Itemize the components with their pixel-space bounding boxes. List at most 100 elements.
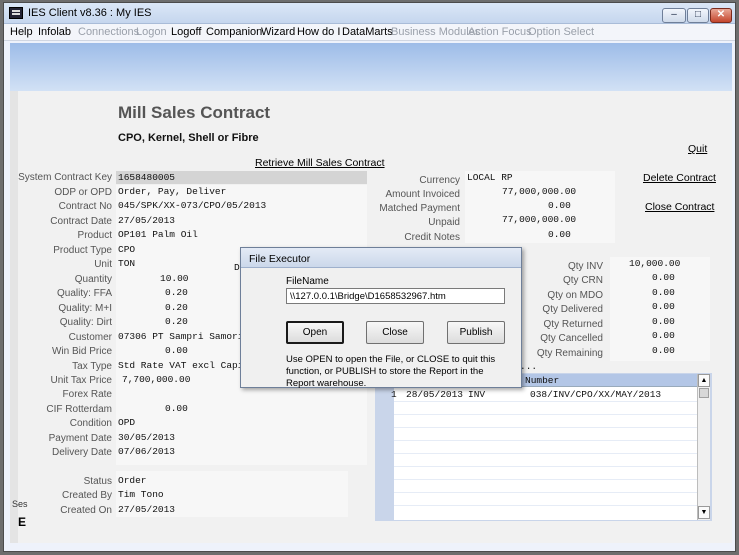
minimize-button[interactable]: – xyxy=(662,8,686,23)
menu-action-focus[interactable]: Action Focus xyxy=(468,26,532,38)
grid-rule xyxy=(394,414,697,415)
scroll-down-icon[interactable]: ▼ xyxy=(698,506,710,519)
label-delivery-date: Delivery Date xyxy=(51,447,112,458)
value-quality-mi[interactable]: 0.20 xyxy=(165,302,188,313)
grid-scrollbar[interactable]: ▲ ▼ xyxy=(697,374,710,520)
filename-input[interactable]: \\127.0.0.1\Bridge\D1658532967.htm xyxy=(286,288,505,304)
close-window-button[interactable]: ✕ xyxy=(710,8,732,23)
value-matched-payment: 0.00 xyxy=(548,200,571,211)
value-qty-inv: 10,000.00 xyxy=(629,258,681,269)
value-cif-rotterdam[interactable]: 0.00 xyxy=(165,403,188,414)
label-contract-no: Contract No xyxy=(58,201,112,212)
label-contract-date: Contract Date xyxy=(50,216,112,227)
menu-infolab[interactable]: Infolab xyxy=(38,26,71,38)
label-system-contract-key: System Contract Key xyxy=(18,172,112,183)
value-condition[interactable]: OPD xyxy=(118,417,135,428)
scroll-thumb[interactable] xyxy=(699,388,709,398)
menu-help[interactable]: Help xyxy=(10,26,33,38)
label-forex-rate: Forex Rate xyxy=(62,389,112,400)
scroll-up-icon[interactable]: ▲ xyxy=(698,374,710,387)
value-win-bid-price[interactable]: 0.00 xyxy=(165,345,188,356)
app-window: IES Client v8.36 : My IES – □ ✕ Help Inf… xyxy=(3,2,736,552)
value-payment-date[interactable]: 30/05/2013 xyxy=(118,432,175,443)
value-quantity[interactable]: 10.00 xyxy=(160,273,189,284)
value-quality-dirt[interactable]: 0.20 xyxy=(165,316,188,327)
value-product-type[interactable]: CPO xyxy=(118,244,135,255)
label-unpaid: Unpaid xyxy=(428,217,460,228)
publish-button[interactable]: Publish xyxy=(447,321,505,344)
grid-rule xyxy=(394,453,697,454)
quit-link[interactable]: Quit xyxy=(688,143,707,155)
window-title: IES Client v8.36 : My IES xyxy=(28,7,152,19)
value-qty-crn: 0.00 xyxy=(652,272,675,283)
label-quality-dirt: Quality: Dirt xyxy=(59,317,112,328)
delete-contract-link[interactable]: Delete Contract xyxy=(643,172,716,184)
label-cif-rotterdam: CIF Rotterdam xyxy=(46,404,112,415)
label-quantity: Quantity xyxy=(74,274,112,285)
menu-datamarts[interactable]: DataMarts xyxy=(342,26,393,38)
grid-header-number: Number xyxy=(525,375,560,386)
value-created-by[interactable]: Tim Tono xyxy=(118,489,164,500)
value-qty-delivered: 0.00 xyxy=(652,301,675,312)
dialog-title: File Executor xyxy=(249,253,311,265)
value-qty-cancelled: 0.00 xyxy=(652,330,675,341)
value-amount-invoiced: 77,000,000.00 xyxy=(502,186,577,197)
retrieve-contract-link[interactable]: Retrieve Mill Sales Contract xyxy=(255,157,385,169)
menu-logon[interactable]: Logon xyxy=(136,26,167,38)
maximize-button[interactable]: □ xyxy=(687,8,709,23)
form-subtitle: CPO, Kernel, Shell or Fibre xyxy=(118,132,259,144)
value-credit-notes: 0.00 xyxy=(548,229,571,240)
session-label: Ses xyxy=(12,499,28,509)
menu-wizard[interactable]: Wizard xyxy=(261,26,295,38)
header-banner xyxy=(10,43,732,91)
menu-option-select[interactable]: Option Select xyxy=(528,26,594,38)
dialog-title-bar: File Executor xyxy=(241,248,521,268)
value-delivery-date[interactable]: 07/06/2013 xyxy=(118,446,175,457)
session-e-label: E xyxy=(18,515,27,529)
filename-label: FileName xyxy=(286,276,329,287)
value-qty-returned: 0.00 xyxy=(652,316,675,327)
menu-logoff[interactable]: Logoff xyxy=(171,26,201,38)
value-unpaid: 77,000,000.00 xyxy=(502,214,577,225)
value-currency[interactable]: LOCAL RP xyxy=(467,172,513,183)
label-tax-type: Tax Type xyxy=(72,361,112,372)
menu-companion[interactable]: Companion xyxy=(206,26,262,38)
open-button[interactable]: Open xyxy=(286,321,344,344)
label-credit-notes: Credit Notes xyxy=(404,232,460,243)
label-unit-tax-price: Unit Tax Price xyxy=(50,375,112,386)
label-product: Product xyxy=(77,230,112,241)
menu-business-modules[interactable]: Business Modules xyxy=(391,26,480,38)
value-unit[interactable]: TON xyxy=(118,258,135,269)
label-quality-mi: Quality: M+I xyxy=(58,303,112,314)
value-product[interactable]: OP101 Palm Oil xyxy=(118,229,198,240)
value-status[interactable]: Order xyxy=(118,475,147,486)
label-quality-ffa: Quality: FFA xyxy=(56,288,112,299)
menu-connections[interactable]: Connections xyxy=(78,26,139,38)
close-button[interactable]: Close xyxy=(366,321,424,344)
label-status: Status xyxy=(83,476,112,487)
grid-rule xyxy=(394,401,697,402)
menu-how-do-i[interactable]: How do I xyxy=(297,26,340,38)
value-odp-or-opd[interactable]: Order, Pay, Deliver xyxy=(118,186,226,197)
label-condition: Condition xyxy=(69,418,112,429)
value-system-contract-key: 1658480005 xyxy=(118,172,176,183)
value-customer[interactable]: 07306 PT Sampri Samori xyxy=(118,331,243,342)
value-qty-on-mdo: 0.00 xyxy=(652,287,675,298)
grid-rule xyxy=(394,505,697,506)
form-title: Mill Sales Contract xyxy=(118,103,271,122)
close-contract-link[interactable]: Close Contract xyxy=(645,201,714,213)
documents-grid: Number 1 28/05/2013 INV 038/INV/CPO/XX/M… xyxy=(375,373,712,521)
grid-ellipsis: ... xyxy=(520,361,538,372)
menu-bar: Help Infolab Connections Logon Logoff Co… xyxy=(4,24,735,41)
title-bar: IES Client v8.36 : My IES – □ ✕ xyxy=(4,3,735,24)
grid-rows xyxy=(394,387,697,520)
value-created-on[interactable]: 27/05/2013 xyxy=(118,504,175,515)
value-unit-tax-price[interactable]: 7,700,000.00 xyxy=(122,374,190,385)
label-product-type: Product Type xyxy=(53,245,112,256)
value-quality-ffa[interactable]: 0.20 xyxy=(165,287,188,298)
value-tax-type[interactable]: Std Rate VAT excl Capita xyxy=(118,360,240,371)
label-odp-or-opd: ODP or OPD xyxy=(54,187,112,198)
label-currency: Currency xyxy=(419,175,460,186)
value-contract-no[interactable]: 045/SPK/XX-073/CPO/05/2013 xyxy=(118,200,266,211)
value-contract-date[interactable]: 27/05/2013 xyxy=(118,215,175,226)
